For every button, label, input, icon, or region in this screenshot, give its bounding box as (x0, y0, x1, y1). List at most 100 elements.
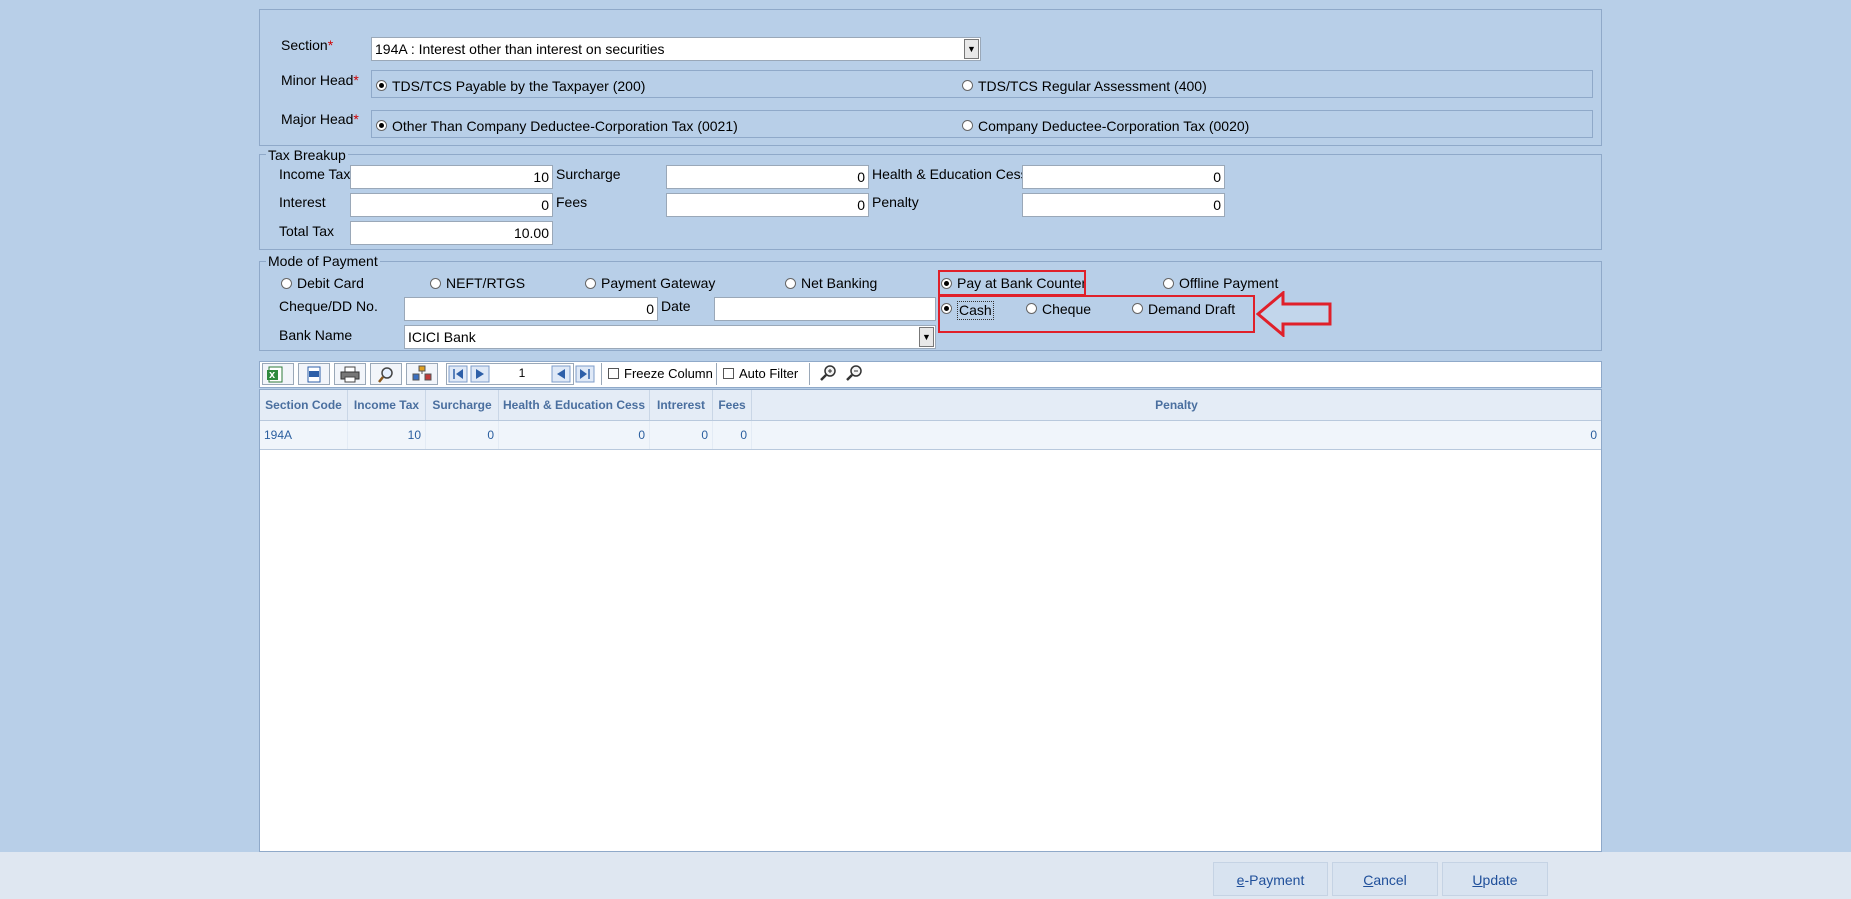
instrument-radio-cheque[interactable] (1026, 303, 1037, 314)
bank-dropdown-button[interactable]: ▼ (919, 327, 934, 347)
mode-radio-offline-payment[interactable] (1163, 278, 1174, 289)
total-tax-label: Total Tax (279, 223, 334, 239)
col-fees[interactable]: Fees (713, 390, 752, 420)
csv-export-icon (307, 366, 321, 383)
instrument-radio-cash[interactable] (941, 303, 952, 314)
mode-neft-rtgs[interactable]: NEFT/RTGS (446, 275, 525, 292)
mode-offline-payment[interactable]: Offline Payment (1179, 275, 1278, 292)
cell-penalty[interactable]: 0 (752, 421, 1601, 449)
mode-radio-net-banking[interactable] (785, 278, 796, 289)
section-select[interactable]: 194A : Interest other than interest on s… (371, 37, 981, 61)
auto-filter-label: Auto Filter (739, 366, 799, 381)
print-icon (340, 366, 360, 383)
mode-radio-neft-rtgs[interactable] (430, 278, 441, 289)
col-interest[interactable]: Intrerest (650, 390, 713, 420)
instrument-radio-demand-draft[interactable] (1132, 303, 1143, 314)
table-row[interactable]: 194A 10 0 0 0 0 0 (260, 421, 1601, 450)
col-income-tax[interactable]: Income Tax (348, 390, 426, 420)
instrument-cheque[interactable]: Cheque (1042, 301, 1091, 318)
freeze-column-label: Freeze Column (624, 366, 713, 381)
penalty-field[interactable]: 0 (1022, 193, 1225, 217)
section-select-value: 194A : Interest other than interest on s… (375, 41, 665, 57)
section-label: Section* (281, 37, 334, 53)
data-grid: Section Code Income Tax Surcharge Health… (259, 389, 1602, 852)
mode-pay-at-bank-counter[interactable]: Pay at Bank Counter (957, 275, 1086, 292)
excel-export-button[interactable]: X (262, 363, 294, 385)
income-tax-field[interactable]: 10 (350, 165, 553, 189)
excel-export-icon: X (267, 366, 283, 383)
bank-name-label: Bank Name (279, 327, 353, 343)
preview-button[interactable] (370, 363, 402, 385)
penalty-label: Penalty (872, 194, 919, 210)
minor-head-option-400[interactable]: TDS/TCS Regular Assessment (400) (978, 78, 1207, 95)
first-page-icon[interactable] (448, 365, 468, 383)
date-field[interactable] (714, 297, 936, 321)
last-page-icon[interactable] (575, 365, 595, 383)
major-head-label: Major Head* (281, 111, 359, 127)
zoom-out-icon[interactable] (845, 363, 865, 383)
cell-surcharge[interactable]: 0 (426, 421, 499, 449)
grid-header: Section Code Income Tax Surcharge Health… (260, 390, 1601, 421)
update-button[interactable]: Update (1442, 862, 1548, 896)
fees-label: Fees (556, 194, 588, 210)
page-number[interactable]: 1 (500, 364, 544, 382)
date-label: Date (661, 298, 691, 314)
interest-field[interactable]: 0 (350, 193, 553, 217)
minor-head-option-200[interactable]: TDS/TCS Payable by the Taxpayer (200) (392, 78, 645, 95)
minor-head-radio-400[interactable] (962, 80, 973, 91)
mode-debit-card[interactable]: Debit Card (297, 275, 364, 292)
col-section-code[interactable]: Section Code (260, 390, 348, 420)
cess-field[interactable]: 0 (1022, 165, 1225, 189)
preview-icon (378, 367, 393, 383)
mode-radio-payment-gateway[interactable] (585, 278, 596, 289)
col-penalty[interactable]: Penalty (752, 390, 1601, 420)
minor-head-radio-200[interactable] (376, 80, 387, 91)
zoom-in-icon[interactable] (819, 363, 839, 383)
prev-page-icon[interactable] (470, 365, 490, 383)
csv-export-button[interactable] (298, 363, 330, 385)
e-payment-button[interactable]: e-Payment (1213, 862, 1328, 896)
major-head-option-0020[interactable]: Company Deductee-Corporation Tax (0020) (978, 118, 1249, 135)
major-head-radio-0021[interactable] (376, 120, 387, 131)
tax-breakup-legend: Tax Breakup (266, 147, 348, 163)
column-chooser-icon (412, 365, 432, 381)
minor-head-label: Minor Head* (281, 72, 359, 88)
major-head-option-0021[interactable]: Other Than Company Deductee-Corporation … (392, 118, 738, 135)
col-cess[interactable]: Health & Education Cess (499, 390, 650, 420)
income-tax-label: Income Tax (279, 166, 351, 182)
freeze-column-checkbox[interactable] (608, 368, 619, 379)
cheque-label: Cheque/DD No. (279, 298, 378, 314)
surcharge-field[interactable]: 0 (666, 165, 869, 189)
cell-cess[interactable]: 0 (499, 421, 650, 449)
mode-net-banking[interactable]: Net Banking (801, 275, 877, 292)
fees-field[interactable]: 0 (666, 193, 869, 217)
major-head-radio-0020[interactable] (962, 120, 973, 131)
instrument-cash[interactable]: Cash (957, 301, 994, 320)
svg-text:X: X (269, 371, 276, 380)
print-button[interactable] (334, 363, 366, 385)
cheque-field[interactable]: 0 (404, 297, 658, 321)
auto-filter-checkbox[interactable] (723, 368, 734, 379)
freeze-column-toggle[interactable]: Freeze Column (601, 363, 716, 385)
cess-label: Health & Education Cess (872, 166, 1028, 182)
cell-section-code[interactable]: 194A (260, 421, 348, 449)
mode-payment-gateway[interactable]: Payment Gateway (601, 275, 715, 292)
auto-filter-toggle[interactable]: Auto Filter (716, 363, 810, 385)
cancel-button[interactable]: Cancel (1332, 862, 1438, 896)
cell-interest[interactable]: 0 (650, 421, 713, 449)
instrument-demand-draft[interactable]: Demand Draft (1148, 301, 1235, 318)
cell-fees[interactable]: 0 (713, 421, 752, 449)
column-chooser-button[interactable] (406, 363, 438, 385)
payment-legend: Mode of Payment (266, 253, 380, 269)
bank-name-select[interactable]: ICICI Bank (404, 325, 936, 349)
total-tax-field: 10.00 (350, 221, 553, 245)
interest-label: Interest (279, 194, 326, 210)
cell-income-tax[interactable]: 10 (348, 421, 426, 449)
prev-icon[interactable] (551, 365, 571, 383)
mode-radio-pay-at-bank-counter[interactable] (941, 278, 952, 289)
mode-radio-debit-card[interactable] (281, 278, 292, 289)
section-dropdown-button[interactable]: ▼ (964, 39, 979, 59)
surcharge-label: Surcharge (556, 166, 621, 182)
col-surcharge[interactable]: Surcharge (426, 390, 499, 420)
red-arrow-icon (1256, 291, 1332, 337)
